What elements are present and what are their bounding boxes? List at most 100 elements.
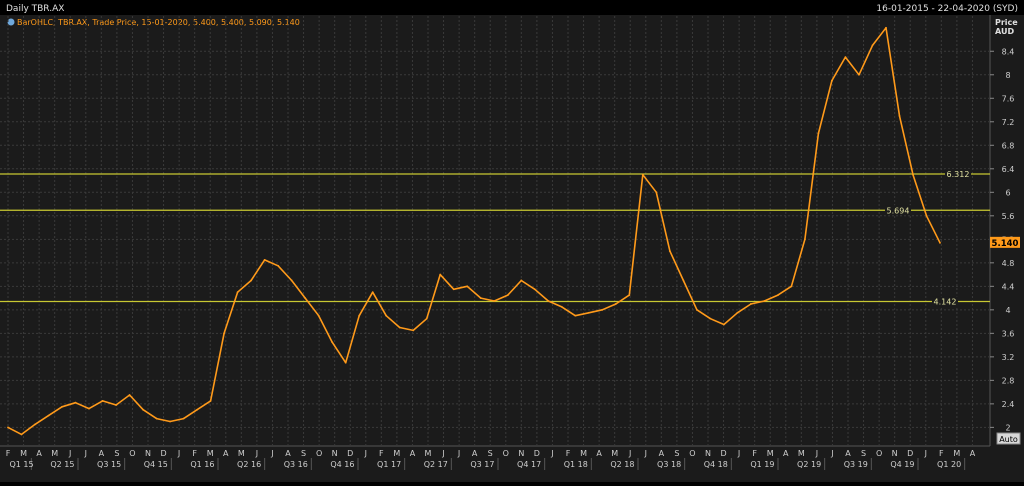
title-bar bbox=[0, 0, 1024, 15]
x-month-label: F bbox=[379, 449, 384, 458]
auto-scale-label: Auto bbox=[999, 435, 1018, 444]
x-month-label: M bbox=[393, 449, 400, 458]
price-point bbox=[709, 317, 712, 320]
price-point bbox=[371, 291, 374, 294]
x-month-label: O bbox=[503, 449, 509, 458]
x-quarter-label: Q1 19 bbox=[750, 460, 774, 469]
x-month-label: J bbox=[737, 449, 740, 458]
y-tick-label: 8 bbox=[1005, 71, 1010, 80]
price-point bbox=[47, 414, 50, 417]
x-month-label: M bbox=[51, 449, 58, 458]
price-point bbox=[520, 279, 523, 282]
y-tick-label: 6.4 bbox=[1002, 165, 1015, 174]
x-month-label: M bbox=[767, 449, 774, 458]
x-month-label: J bbox=[924, 449, 927, 458]
x-month-label: M bbox=[798, 449, 805, 458]
x-month-label: A bbox=[596, 449, 602, 458]
price-point bbox=[223, 332, 226, 335]
x-month-label: M bbox=[953, 449, 960, 458]
x-quarter-label: Q4 19 bbox=[890, 460, 914, 469]
price-point bbox=[939, 241, 941, 244]
price-point bbox=[169, 420, 171, 423]
price-point bbox=[925, 214, 928, 217]
price-point bbox=[155, 417, 158, 420]
price-point bbox=[34, 423, 36, 426]
x-month-label: J bbox=[441, 449, 444, 458]
price-point bbox=[763, 300, 766, 302]
x-quarter-label: Q2 17 bbox=[424, 460, 448, 469]
price-point bbox=[277, 264, 280, 267]
price-point bbox=[695, 308, 698, 311]
x-month-label: O bbox=[876, 449, 882, 458]
x-month-label: A bbox=[659, 449, 665, 458]
price-point bbox=[506, 294, 509, 297]
price-point bbox=[574, 314, 577, 317]
price-point bbox=[655, 191, 658, 194]
price-point bbox=[304, 297, 307, 299]
x-month-label: A bbox=[970, 449, 976, 458]
price-point bbox=[804, 238, 806, 241]
x-month-label: N bbox=[892, 449, 898, 458]
price-point bbox=[614, 303, 617, 305]
price-point bbox=[74, 401, 77, 404]
date-range: 16-01-2015 - 22-04-2020 (SYD) bbox=[876, 4, 1018, 14]
price-point bbox=[358, 314, 361, 317]
price-axis-label: Price bbox=[995, 18, 1018, 27]
x-month-label: D bbox=[720, 449, 726, 458]
price-point bbox=[587, 311, 590, 314]
x-quarter-label: Q1 15 bbox=[10, 460, 34, 469]
price-point bbox=[682, 279, 685, 282]
x-month-label: F bbox=[752, 449, 757, 458]
x-month-label: M bbox=[611, 449, 618, 458]
x-month-label: D bbox=[160, 449, 166, 458]
x-month-label: J bbox=[644, 449, 647, 458]
price-point bbox=[250, 279, 253, 282]
x-month-label: J bbox=[270, 449, 273, 458]
x-month-label: O bbox=[129, 449, 135, 458]
x-month-label: J bbox=[255, 449, 258, 458]
x-month-label: J bbox=[177, 449, 180, 458]
price-point bbox=[142, 408, 144, 411]
y-tick-label: 3.6 bbox=[1002, 329, 1015, 338]
price-point bbox=[722, 323, 725, 326]
x-month-label: O bbox=[316, 449, 322, 458]
x-month-label: J bbox=[364, 449, 367, 458]
y-tick-label: 7.6 bbox=[1002, 94, 1015, 103]
price-point bbox=[777, 294, 779, 297]
x-month-label: S bbox=[861, 449, 866, 458]
price-point bbox=[560, 305, 563, 308]
price-point bbox=[912, 173, 914, 176]
x-month-label: J bbox=[628, 449, 631, 458]
unit-axis-label: AUD bbox=[995, 27, 1014, 36]
price-point bbox=[885, 26, 887, 29]
x-quarter-label: Q4 16 bbox=[330, 460, 354, 469]
chart-background bbox=[0, 0, 1024, 482]
x-quarter-label: Q1 17 bbox=[377, 460, 401, 469]
x-quarter-label: Q1 16 bbox=[190, 460, 214, 469]
x-quarter-label: Q2 16 bbox=[237, 460, 261, 469]
price-point bbox=[20, 433, 23, 436]
x-month-label: J bbox=[457, 449, 460, 458]
price-chart[interactable]: Daily TBR.AX 16-01-2015 - 22-04-2020 (SY… bbox=[0, 0, 1024, 482]
x-month-label: J bbox=[815, 449, 818, 458]
y-tick-label: 2.8 bbox=[1002, 376, 1015, 385]
x-quarter-label: Q2 19 bbox=[797, 460, 821, 469]
price-point bbox=[115, 404, 117, 406]
x-quarter-label: Q4 17 bbox=[517, 460, 541, 469]
price-point bbox=[88, 407, 90, 410]
price-point bbox=[236, 291, 239, 294]
x-quarter-label: Q3 16 bbox=[284, 460, 308, 469]
legend-marker-icon[interactable] bbox=[7, 18, 15, 26]
x-month-label: N bbox=[705, 449, 711, 458]
price-point bbox=[439, 273, 442, 276]
price-point bbox=[831, 79, 833, 82]
price-point bbox=[317, 314, 320, 317]
x-quarter-label: Q2 15 bbox=[50, 460, 74, 469]
price-point bbox=[452, 288, 455, 291]
price-point bbox=[858, 73, 860, 76]
x-month-label: S bbox=[674, 449, 679, 458]
x-month-label: M bbox=[425, 449, 432, 458]
x-month-label: D bbox=[534, 449, 540, 458]
x-month-label: S bbox=[114, 449, 119, 458]
price-point bbox=[412, 329, 415, 332]
